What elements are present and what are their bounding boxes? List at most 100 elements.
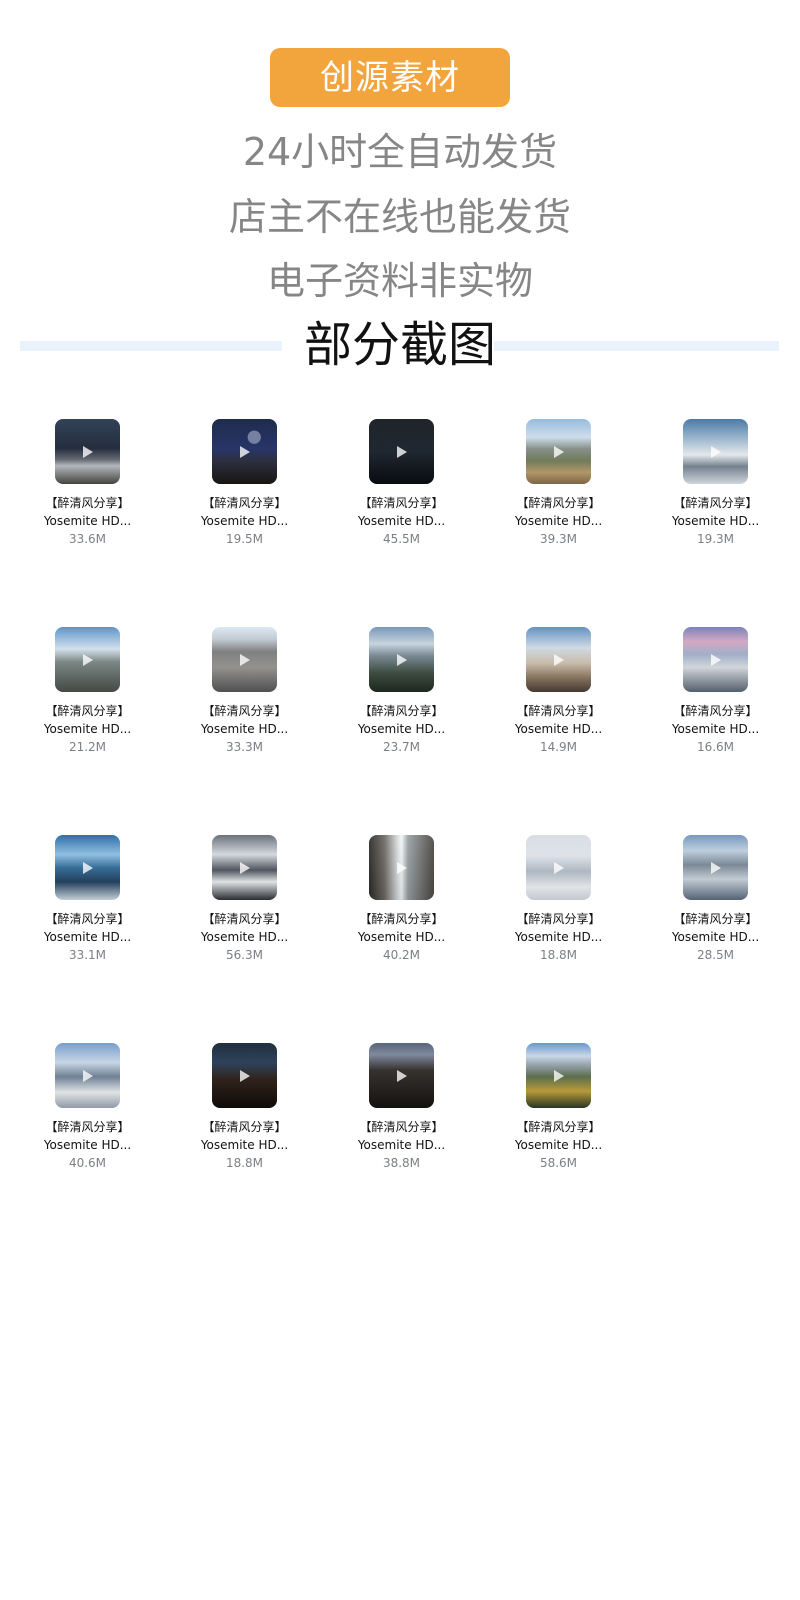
file-name: 【醉清风分享】Yosemite HD... — [514, 496, 603, 528]
file-name: 【醉清风分享】Yosemite HD... — [43, 704, 132, 736]
video-thumbnail[interactable] — [683, 419, 748, 484]
video-thumbnail[interactable] — [369, 1043, 434, 1108]
media-tile[interactable]: 【醉清风分享】Yosemite HD... 16.6M — [648, 627, 788, 767]
play-icon — [396, 445, 407, 458]
play-icon — [82, 1069, 93, 1082]
video-thumbnail[interactable] — [369, 419, 434, 484]
media-tile[interactable]: 【醉清风分享】Yosemite HD... 23.7M — [334, 627, 474, 767]
media-tile[interactable]: 【醉清风分享】Yosemite HD... 33.3M — [177, 627, 317, 767]
video-thumbnail[interactable] — [212, 419, 277, 484]
video-thumbnail[interactable] — [55, 835, 120, 900]
file-size: 14.9M — [539, 740, 578, 754]
play-icon — [553, 653, 564, 666]
file-size: 21.2M — [68, 740, 107, 754]
play-icon — [553, 861, 564, 874]
file-size: 19.3M — [696, 532, 735, 546]
media-tile[interactable]: 【醉清风分享】Yosemite HD... 19.3M — [648, 419, 788, 559]
media-tile[interactable]: 【醉清风分享】Yosemite HD... 40.2M — [334, 835, 474, 975]
file-name: 【醉清风分享】Yosemite HD... — [514, 912, 603, 944]
file-size: 40.2M — [382, 948, 421, 962]
file-name: 【醉清风分享】Yosemite HD... — [357, 496, 446, 528]
media-tile[interactable]: 【醉清风分享】Yosemite HD... 28.5M — [648, 835, 788, 975]
file-name: 【醉清风分享】Yosemite HD... — [671, 912, 760, 944]
play-icon — [396, 861, 407, 874]
media-tile[interactable]: 【醉清风分享】Yosemite HD... 38.8M — [334, 1043, 474, 1183]
file-name: 【醉清风分享】Yosemite HD... — [514, 1120, 603, 1152]
file-size: 18.8M — [539, 948, 578, 962]
play-icon — [396, 1069, 407, 1082]
file-size: 23.7M — [382, 740, 421, 754]
file-size: 16.6M — [696, 740, 735, 754]
file-name: 【醉清风分享】Yosemite HD... — [357, 1120, 446, 1152]
file-size: 39.3M — [539, 532, 578, 546]
media-tile[interactable]: 【醉清风分享】Yosemite HD... 21.2M — [20, 627, 160, 767]
file-size: 33.3M — [225, 740, 264, 754]
video-thumbnail[interactable] — [212, 1043, 277, 1108]
video-thumbnail[interactable] — [683, 835, 748, 900]
play-icon — [82, 861, 93, 874]
file-name: 【醉清风分享】Yosemite HD... — [43, 1120, 132, 1152]
tagline-1: 24小时全自动发货 — [242, 130, 558, 174]
video-thumbnail[interactable] — [55, 1043, 120, 1108]
video-thumbnail[interactable] — [212, 627, 277, 692]
file-size: 33.1M — [68, 948, 107, 962]
file-name: 【醉清风分享】Yosemite HD... — [43, 496, 132, 528]
file-size: 58.6M — [539, 1156, 578, 1170]
media-tile[interactable]: 【醉清风分享】Yosemite HD... 33.6M — [20, 419, 160, 559]
file-name: 【醉清风分享】Yosemite HD... — [43, 912, 132, 944]
play-icon — [710, 445, 721, 458]
media-tile[interactable]: 【醉清风分享】Yosemite HD... 45.5M — [334, 419, 474, 559]
video-thumbnail[interactable] — [526, 419, 591, 484]
media-tile[interactable]: 【醉清风分享】Yosemite HD... 56.3M — [177, 835, 317, 975]
file-size: 40.6M — [68, 1156, 107, 1170]
play-icon — [82, 445, 93, 458]
video-thumbnail[interactable] — [369, 835, 434, 900]
tagline-3: 电子资料非实物 — [266, 259, 533, 303]
media-tile[interactable]: 【醉清风分享】Yosemite HD... 39.3M — [491, 419, 631, 559]
video-thumbnail[interactable] — [526, 835, 591, 900]
file-name: 【醉清风分享】Yosemite HD... — [671, 704, 760, 736]
play-icon — [553, 445, 564, 458]
media-tile[interactable]: 【醉清风分享】Yosemite HD... 19.5M — [177, 419, 317, 559]
media-tile[interactable]: 【醉清风分享】Yosemite HD... 33.1M — [20, 835, 160, 975]
play-icon — [396, 653, 407, 666]
file-name: 【醉清风分享】Yosemite HD... — [514, 704, 603, 736]
file-name: 【醉清风分享】Yosemite HD... — [357, 912, 446, 944]
play-icon — [239, 861, 250, 874]
page-root: 创源素材 24小时全自动发货 店主不在线也能发货 电子资料非实物 部分截图 【醉… — [0, 0, 800, 1600]
play-icon — [553, 1069, 564, 1082]
play-icon — [710, 861, 721, 874]
file-size: 33.6M — [68, 532, 107, 546]
media-tile[interactable]: 【醉清风分享】Yosemite HD... 18.8M — [177, 1043, 317, 1183]
media-tile[interactable]: 【醉清风分享】Yosemite HD... 40.6M — [20, 1043, 160, 1183]
file-size: 19.5M — [225, 532, 264, 546]
file-size: 56.3M — [225, 948, 264, 962]
file-size: 28.5M — [696, 948, 735, 962]
file-name: 【醉清风分享】Yosemite HD... — [200, 496, 289, 528]
file-size: 45.5M — [382, 532, 421, 546]
brand-badge: 创源素材 — [270, 48, 510, 107]
play-icon — [239, 653, 250, 666]
play-icon — [239, 445, 250, 458]
file-name: 【醉清风分享】Yosemite HD... — [200, 704, 289, 736]
video-thumbnail[interactable] — [526, 627, 591, 692]
media-tile[interactable]: 【醉清风分享】Yosemite HD... 14.9M — [491, 627, 631, 767]
file-name: 【醉清风分享】Yosemite HD... — [200, 912, 289, 944]
video-thumbnail[interactable] — [55, 627, 120, 692]
media-tile[interactable]: 【醉清风分享】Yosemite HD... 58.6M — [491, 1043, 631, 1183]
video-thumbnail[interactable] — [55, 419, 120, 484]
video-thumbnail[interactable] — [526, 1043, 591, 1108]
tagline-2: 店主不在线也能发货 — [228, 195, 571, 239]
file-name: 【醉清风分享】Yosemite HD... — [357, 704, 446, 736]
section-title: 部分截图 — [303, 317, 496, 373]
file-name: 【醉清风分享】Yosemite HD... — [671, 496, 760, 528]
play-icon — [710, 653, 721, 666]
file-size: 18.8M — [225, 1156, 264, 1170]
video-thumbnail[interactable] — [683, 627, 748, 692]
file-size: 38.8M — [382, 1156, 421, 1170]
video-thumbnail[interactable] — [369, 627, 434, 692]
video-thumbnail[interactable] — [212, 835, 277, 900]
media-tile[interactable]: 【醉清风分享】Yosemite HD... 18.8M — [491, 835, 631, 975]
play-icon — [82, 653, 93, 666]
play-icon — [239, 1069, 250, 1082]
